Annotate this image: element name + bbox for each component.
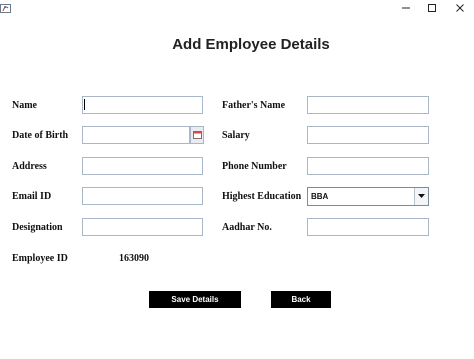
maximize-icon (428, 4, 436, 12)
maximize-button[interactable] (418, 0, 446, 16)
email-field[interactable] (82, 187, 203, 205)
back-button[interactable]: Back (271, 291, 331, 308)
employee-id-label: Employee ID (12, 253, 68, 264)
minimize-icon (402, 7, 410, 9)
page-title: Add Employee Details (172, 36, 330, 53)
window-titlebar (0, 0, 474, 16)
designation-field[interactable] (82, 218, 203, 236)
close-icon (456, 4, 464, 12)
dob-label: Date of Birth (12, 130, 69, 141)
father-name-label: Father's Name (222, 100, 286, 111)
java-app-icon (0, 1, 12, 13)
chevron-down-icon (418, 194, 425, 198)
name-field[interactable] (82, 96, 203, 114)
father-name-field[interactable] (307, 96, 429, 114)
dob-field[interactable] (82, 126, 190, 144)
phone-label: Phone Number (222, 161, 287, 172)
address-label: Address (12, 161, 47, 172)
name-label: Name (12, 100, 37, 111)
education-selected-value: BBA (311, 192, 329, 201)
designation-label: Designation (12, 222, 63, 233)
calendar-button[interactable] (190, 126, 204, 144)
employee-id-value: 163090 (119, 253, 149, 264)
phone-field[interactable] (307, 157, 429, 175)
text-caret (84, 99, 85, 110)
education-select[interactable]: BBA (307, 187, 429, 206)
minimize-button[interactable] (392, 0, 420, 16)
calendar-icon (192, 131, 202, 139)
close-button[interactable] (446, 0, 474, 16)
aadhar-label: Aadhar No. (222, 222, 272, 233)
aadhar-field[interactable] (307, 218, 429, 236)
salary-label: Salary (222, 130, 250, 141)
salary-field[interactable] (307, 126, 429, 144)
dropdown-arrow-button[interactable] (414, 188, 428, 205)
save-details-button[interactable]: Save Details (149, 291, 241, 308)
education-label: Highest Education (222, 191, 302, 202)
address-field[interactable] (82, 157, 203, 175)
email-label: Email ID (12, 191, 52, 202)
